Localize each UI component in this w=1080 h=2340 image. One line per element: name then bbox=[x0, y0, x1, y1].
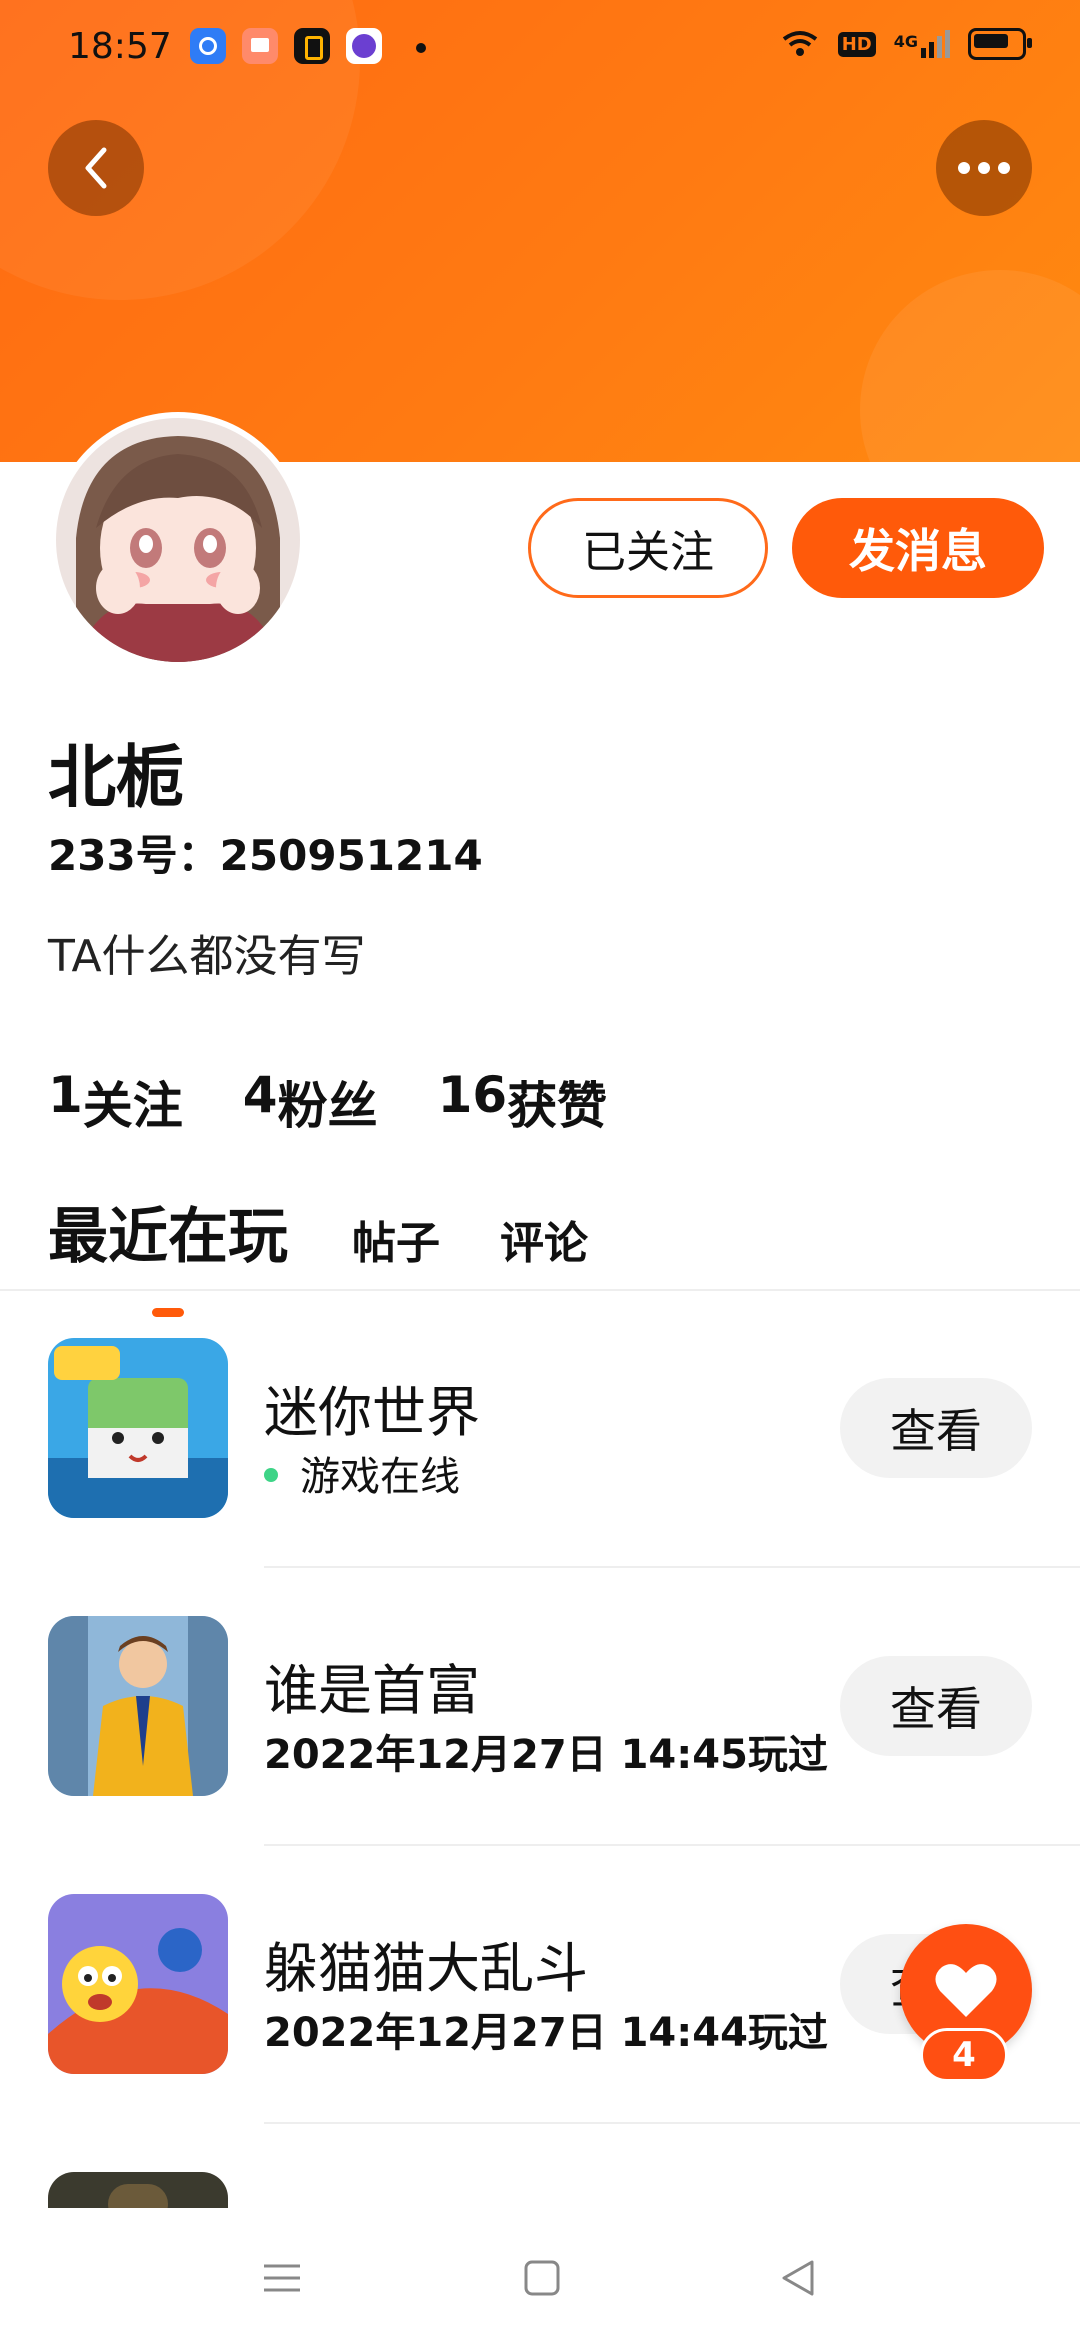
row-divider bbox=[264, 1844, 1080, 1846]
banner-decoration bbox=[860, 270, 1080, 462]
user-name: 北栀 bbox=[48, 739, 185, 818]
game-status-text: 游戏在线 bbox=[300, 1454, 460, 1500]
stat-label: 关注 bbox=[82, 1077, 183, 1135]
last-played-time: 2022年12月27日 14:44玩过 bbox=[264, 2010, 828, 2056]
more-notifications-icon bbox=[416, 43, 426, 53]
stat-label: 获赞 bbox=[507, 1077, 608, 1135]
stat-likes[interactable]: 16 获赞 bbox=[438, 1066, 608, 1138]
book-app-icon bbox=[242, 28, 278, 64]
game-app-icon bbox=[346, 28, 382, 64]
back-button[interactable] bbox=[48, 120, 144, 216]
heart-icon bbox=[935, 1964, 997, 2017]
more-dots-icon bbox=[958, 162, 1010, 174]
row-divider bbox=[264, 2122, 1080, 2124]
menu-icon[interactable] bbox=[262, 2258, 302, 2298]
stat-followers[interactable]: 4 粉丝 bbox=[243, 1066, 378, 1138]
tab-comments[interactable]: 评论 bbox=[500, 1207, 588, 1275]
list-item[interactable]: 谁是首富 2022年12月27日 14:45玩过 查看 bbox=[0, 1616, 1080, 1894]
back-triangle-icon[interactable] bbox=[778, 2258, 818, 2298]
wifi-icon bbox=[782, 31, 817, 56]
view-button[interactable]: 查看 bbox=[840, 1656, 1032, 1756]
stat-value: 16 bbox=[437, 1066, 508, 1124]
status-indicators: HD 4G bbox=[780, 28, 1032, 60]
profile-stats: 1 关注 4 粉丝 16 获赞 bbox=[48, 1066, 607, 1138]
game-icon-richest bbox=[48, 1616, 228, 1796]
tab-recently-played[interactable]: 最近在玩 bbox=[48, 1188, 288, 1317]
battery-icon bbox=[968, 28, 1032, 60]
tab-label: 最近在玩 bbox=[48, 1202, 288, 1272]
user-id: 233号：250951214 bbox=[48, 831, 483, 880]
network-label: 4G bbox=[893, 32, 918, 51]
system-navigation-bar bbox=[0, 2220, 1080, 2340]
game-status: 游戏在线 bbox=[264, 1444, 460, 1502]
stat-following[interactable]: 1 关注 bbox=[48, 1066, 183, 1138]
stat-value: 1 bbox=[48, 1066, 83, 1124]
status-time: 18:57 bbox=[68, 26, 172, 67]
game-title: 躲猫猫大乱斗 bbox=[264, 1937, 588, 2000]
cellular-signal-icon: 4G bbox=[894, 30, 950, 58]
stat-value: 4 bbox=[242, 1066, 278, 1124]
send-message-button[interactable]: 发消息 bbox=[792, 498, 1044, 598]
view-button[interactable]: 查看 bbox=[840, 1378, 1032, 1478]
user-bio: TA什么都没有写 bbox=[48, 931, 366, 982]
avatar-image bbox=[56, 418, 300, 662]
active-tab-indicator bbox=[152, 1308, 184, 1317]
game-icon-partial bbox=[48, 2172, 228, 2208]
notification-icons bbox=[190, 28, 382, 64]
tabs-divider bbox=[0, 1289, 1080, 1291]
game-title: 迷你世界 bbox=[264, 1381, 480, 1444]
profile-tabs: 最近在玩 帖子 评论 bbox=[48, 1188, 648, 1317]
game-icon-hide-and-seek bbox=[48, 1894, 228, 2074]
browser-app-icon bbox=[190, 28, 226, 64]
box-app-icon bbox=[294, 28, 330, 64]
hd-badge: HD bbox=[837, 31, 876, 57]
status-bar: 18:57 HD 4G bbox=[0, 0, 1080, 96]
avatar[interactable] bbox=[50, 412, 306, 668]
tab-posts[interactable]: 帖子 bbox=[352, 1207, 440, 1275]
game-title: 谁是首富 bbox=[264, 1659, 480, 1722]
online-status-icon bbox=[264, 1468, 278, 1482]
game-icon-mini-world bbox=[48, 1338, 228, 1518]
row-divider bbox=[264, 1566, 1080, 1568]
chevron-left-icon bbox=[85, 147, 107, 189]
more-button[interactable] bbox=[936, 120, 1032, 216]
last-played-time: 2022年12月27日 14:45玩过 bbox=[264, 1732, 828, 1778]
followed-button[interactable]: 已关注 bbox=[528, 498, 768, 598]
home-icon[interactable] bbox=[522, 2258, 562, 2298]
like-count-badge: 4 bbox=[920, 2028, 1008, 2082]
stat-label: 粉丝 bbox=[277, 1077, 378, 1135]
list-item[interactable]: 迷你世界 游戏在线 查看 bbox=[0, 1338, 1080, 1616]
